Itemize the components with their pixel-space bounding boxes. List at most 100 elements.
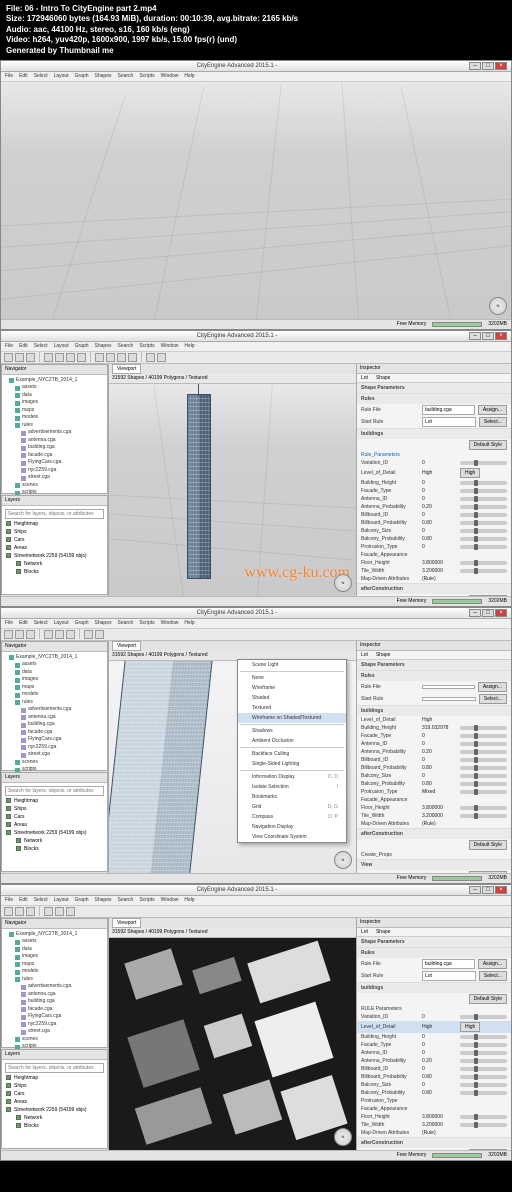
nav-folder[interactable]: models [22, 691, 38, 699]
viewport-toolbar[interactable]: 31592 Shapes / 40199 Polygons / Textured [109, 928, 356, 938]
nav-file[interactable]: nyc2259.cga [28, 744, 56, 752]
rule-file-value[interactable]: building.cga [422, 405, 475, 415]
assign-button[interactable]: Assign... [478, 959, 507, 969]
nav-folder[interactable]: maps [22, 684, 34, 692]
main-toolbar[interactable] [1, 352, 511, 364]
start-rule-value[interactable]: Lot [422, 417, 476, 427]
toolbar-button[interactable] [95, 353, 104, 362]
param-value[interactable]: 0 [422, 528, 457, 534]
param-value[interactable]: 0 [422, 773, 457, 779]
select-button[interactable]: Select... [479, 417, 507, 427]
nav-folder[interactable]: assets [22, 384, 36, 392]
toolbar-button[interactable] [55, 353, 64, 362]
menu-grid[interactable]: GridD, G [238, 802, 346, 812]
param-slider[interactable] [460, 1091, 507, 1095]
nav-folder[interactable]: rules [22, 422, 33, 430]
nav-file[interactable]: building.cga [28, 998, 55, 1006]
close-button[interactable]: × [495, 62, 507, 70]
nav-folder[interactable]: data [22, 392, 32, 400]
layer-name[interactable]: Areas [14, 545, 27, 551]
param-option[interactable]: High [460, 1022, 480, 1032]
nav-folder[interactable]: scenes [22, 482, 38, 490]
menubar[interactable]: File Edit Select Layout Graph Shapes Sea… [1, 896, 511, 906]
nav-file[interactable]: street.cga [28, 751, 50, 759]
section-after[interactable]: afterConstruction [357, 584, 511, 594]
toolbar-button[interactable] [44, 907, 53, 916]
layer-name[interactable]: Ships [14, 806, 27, 812]
nav-folder[interactable]: images [22, 399, 38, 407]
minimize-button[interactable]: – [469, 332, 481, 340]
layer-name[interactable]: Streetnetwork 2259 (54199 objs) [14, 553, 87, 559]
menu-item[interactable]: Select [34, 620, 48, 626]
menubar[interactable]: File Edit Select Layout Graph Shapes Sea… [1, 342, 511, 352]
nav-file[interactable]: facade.cga [28, 452, 52, 460]
layer-checkbox[interactable] [6, 822, 11, 827]
section-shape-params[interactable]: Shape Parameters [357, 660, 511, 670]
menu-item[interactable]: Scripts [139, 343, 154, 349]
param-value[interactable]: 0.80 [422, 781, 457, 787]
inspector-tab[interactable]: Shape [376, 929, 390, 935]
section-shape-params[interactable]: Shape Parameters [357, 937, 511, 947]
menu-item[interactable]: Window [161, 343, 179, 349]
compass-icon[interactable]: N [334, 1128, 352, 1146]
toolbar-button[interactable] [66, 630, 75, 639]
section-buildings[interactable]: buildings [357, 706, 511, 716]
maximize-button[interactable]: □ [482, 886, 494, 894]
param-slider[interactable] [460, 489, 507, 493]
menu-scene-light[interactable]: Scene Light [238, 660, 346, 670]
param-value[interactable]: 0 [422, 1014, 457, 1020]
menu-item[interactable]: File [5, 620, 13, 626]
menu-item[interactable]: File [5, 343, 13, 349]
menu-shadows[interactable]: Shadows [238, 726, 346, 736]
menu-item[interactable]: Graph [75, 620, 89, 626]
layer-name[interactable]: Network [24, 561, 42, 567]
param-slider[interactable] [460, 726, 507, 730]
param-value[interactable]: 3.200000 [422, 1122, 457, 1128]
param-value[interactable]: High [422, 1024, 457, 1030]
layer-name[interactable]: Network [24, 838, 42, 844]
nav-file[interactable]: FlyingCars.cga [28, 736, 61, 744]
menu-compass[interactable]: CompassD, P [238, 812, 346, 822]
menu-item[interactable]: Graph [75, 73, 89, 79]
nav-folder[interactable]: images [22, 953, 38, 961]
menu-item[interactable]: Edit [19, 620, 28, 626]
nav-folder[interactable]: models [22, 414, 38, 422]
layer-checkbox[interactable] [16, 1123, 21, 1128]
viewport-toolbar[interactable]: 31592 Shapes / 40199 Polygons / Textured [109, 374, 356, 384]
layer-checkbox[interactable] [6, 1083, 11, 1088]
param-slider[interactable] [460, 790, 507, 794]
menu-item[interactable]: Layout [54, 73, 69, 79]
menu-item[interactable]: Graph [75, 897, 89, 903]
param-slider[interactable] [460, 529, 507, 533]
nav-folder[interactable]: scenes [22, 759, 38, 767]
layer-name[interactable]: Streetnetwork 2259 (54199 objs) [14, 1107, 87, 1113]
layer-name[interactable]: Blocks [24, 846, 39, 852]
param-value[interactable]: 0.80 [422, 1090, 457, 1096]
param-value[interactable]: High [422, 717, 457, 723]
menu-item[interactable]: Help [184, 897, 194, 903]
menu-item[interactable]: Window [161, 73, 179, 79]
section-shape-params[interactable]: Shape Parameters [357, 383, 511, 393]
menu-item[interactable]: Scripts [139, 620, 154, 626]
toolbar-button[interactable] [26, 630, 35, 639]
minimize-button[interactable]: – [469, 886, 481, 894]
menu-wireframe[interactable]: Wireframe [238, 683, 346, 693]
3d-viewport[interactable]: N [109, 938, 356, 1150]
toolbar-button[interactable] [106, 353, 115, 362]
toolbar-button[interactable] [44, 630, 53, 639]
menu-shaded[interactable]: Shaded [238, 693, 346, 703]
compass-icon[interactable]: N [489, 297, 507, 315]
param-value[interactable]: 0 [422, 512, 457, 518]
menu-textured[interactable]: Textured [238, 703, 346, 713]
menu-item[interactable]: Search [117, 343, 133, 349]
nav-file[interactable]: FlyingCars.cga [28, 1013, 61, 1021]
compass-icon[interactable]: N [334, 851, 352, 869]
param-slider[interactable] [460, 806, 507, 810]
nav-file[interactable]: street.cga [28, 1028, 50, 1036]
param-value[interactable]: 0.80 [422, 536, 457, 542]
param-value[interactable]: 3.200000 [422, 813, 457, 819]
nav-file[interactable]: antenna.cga [28, 437, 56, 445]
param-value[interactable]: 0.80 [422, 765, 457, 771]
layer-checkbox[interactable] [6, 553, 11, 558]
close-button[interactable]: × [495, 332, 507, 340]
